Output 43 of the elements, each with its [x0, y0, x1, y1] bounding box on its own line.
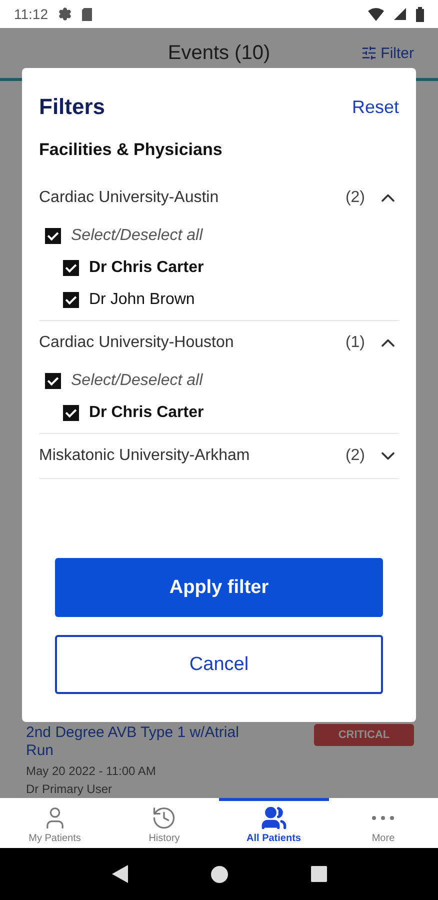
screen-title: Events (10): [168, 42, 270, 64]
reset-button[interactable]: Reset: [352, 96, 399, 118]
sliders-icon: [360, 45, 377, 61]
event-time: May 20 2022 - 11:00 AM: [26, 763, 157, 780]
home-icon[interactable]: [210, 866, 228, 882]
physician-count: (2): [345, 189, 365, 207]
nav-tab[interactable]: History: [110, 798, 219, 848]
wifi-icon: [368, 8, 384, 20]
section-title: Facilities & Physicians: [39, 140, 224, 160]
event-physician: Dr Primary User: [26, 781, 113, 798]
physician-count: (1): [345, 334, 365, 352]
nav-tab[interactable]: My Patients: [0, 798, 110, 848]
history-icon: [151, 805, 178, 831]
severity-badge: CRITICAL: [314, 724, 414, 746]
facility-name[interactable]: Cardiac University-Houston: [39, 334, 346, 352]
physician-name: Dr Chris Carter: [89, 259, 204, 277]
dialog-title: Filters: [39, 94, 106, 120]
cancel-button[interactable]: Cancel: [55, 635, 383, 694]
filter-button[interactable]: Filter: [360, 44, 414, 62]
battery-icon: [416, 6, 424, 22]
checkbox[interactable]: [63, 292, 79, 308]
settings-icon: [58, 7, 72, 21]
back-icon[interactable]: [112, 865, 128, 883]
select-all-label: Select/Deselect all: [71, 227, 203, 245]
select-all-label: Select/Deselect all: [71, 372, 203, 390]
checkbox[interactable]: [63, 405, 79, 421]
physician-name: Dr John Brown: [89, 291, 195, 309]
event-title: 2nd Degree AVB Type 1 w/Atrial Run: [26, 724, 240, 760]
more-icon: [372, 816, 394, 820]
checkbox[interactable]: [45, 373, 61, 389]
facility-name[interactable]: Cardiac University-Austin: [39, 189, 346, 207]
nav-tab[interactable]: More: [328, 798, 438, 848]
checkbox[interactable]: [63, 260, 79, 276]
apply-filter-button[interactable]: Apply filter: [55, 558, 383, 617]
recents-icon[interactable]: [310, 866, 326, 882]
people-icon: [260, 805, 287, 831]
physician-name: Dr Chris Carter: [89, 404, 204, 422]
sim-card-icon: [82, 8, 92, 20]
facility-name[interactable]: Miskatonic University-Arkham: [39, 447, 346, 465]
physician-count: (2): [345, 447, 365, 465]
checkbox[interactable]: [45, 228, 61, 244]
status-time: 11:12: [14, 6, 48, 22]
signal-icon: [394, 8, 406, 20]
